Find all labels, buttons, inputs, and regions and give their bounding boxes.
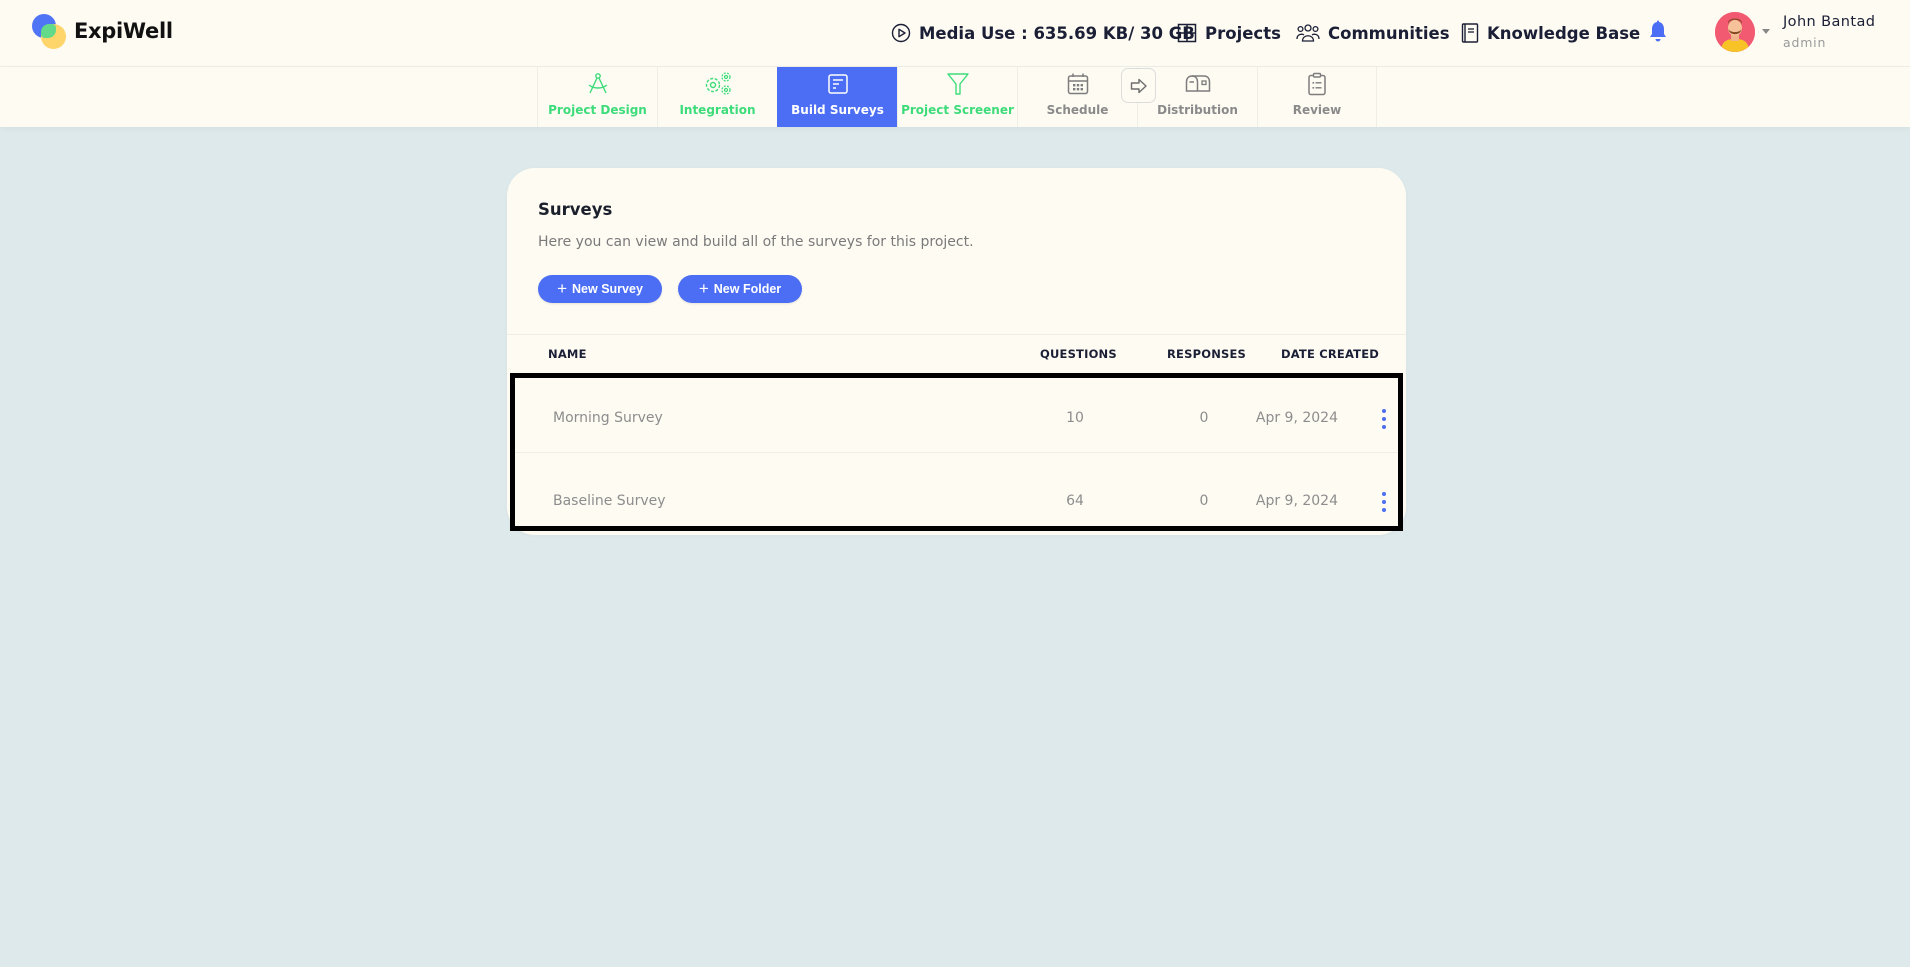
survey-questions: 10	[1066, 410, 1084, 426]
grid-icon	[1177, 23, 1197, 43]
tab-label: Review	[1292, 103, 1342, 117]
new-survey-button[interactable]: + New Survey	[538, 275, 662, 303]
table-row[interactable]: Morning Survey 10 0 Apr 9, 2024	[510, 373, 1403, 453]
users-icon	[1296, 24, 1320, 42]
bell-icon[interactable]	[1647, 20, 1669, 44]
filter-icon	[946, 73, 969, 95]
column-header-date-created[interactable]: DATE CREATED	[1277, 347, 1383, 361]
media-use: Media Use : 635.69 KB/ 30 GB	[891, 20, 1195, 46]
survey-questions: 64	[1066, 493, 1084, 509]
new-folder-label: New Folder	[713, 282, 782, 296]
survey-date-created: Apr 9, 2024	[1255, 410, 1338, 426]
new-folder-button[interactable]: + New Folder	[678, 275, 802, 303]
media-use-text: Media Use : 635.69 KB/ 30 GB	[919, 23, 1195, 43]
page-title: Surveys	[538, 200, 613, 219]
tab-label: Project Design	[548, 103, 647, 117]
more-options-icon[interactable]	[1377, 492, 1391, 512]
project-steps-bar: Project Design Integration Build Surveys…	[0, 67, 1910, 127]
tab-label: Build Surveys	[791, 103, 884, 117]
avatar[interactable]	[1715, 12, 1755, 52]
nav-communities-label: Communities	[1328, 23, 1450, 43]
survey-date-created: Apr 9, 2024	[1255, 493, 1338, 509]
survey-name[interactable]: Baseline Survey	[553, 493, 666, 509]
column-header-responses[interactable]: RESPONSES	[1167, 347, 1246, 361]
expiwell-logo-icon[interactable]	[32, 14, 72, 52]
user-name[interactable]: John Bantad	[1783, 14, 1875, 30]
surveys-card: Surveys Here you can view and build all …	[507, 168, 1406, 535]
brand-name[interactable]: ExpiWell	[74, 19, 173, 43]
tab-label: Project Screener	[901, 103, 1014, 117]
user-role: admin	[1783, 35, 1827, 50]
nav-projects-label: Projects	[1205, 23, 1281, 43]
nav-knowledge-base-label: Knowledge Base	[1487, 23, 1641, 43]
mailbox-icon	[1185, 75, 1210, 92]
clipboard-icon	[1308, 72, 1326, 96]
book-icon	[1461, 22, 1479, 43]
gears-icon	[705, 72, 731, 95]
nav-projects[interactable]: Projects	[1177, 20, 1281, 46]
column-header-name[interactable]: NAME	[548, 347, 587, 361]
plus-icon: +	[557, 278, 568, 298]
tab-label: Schedule	[1046, 103, 1109, 117]
nav-knowledge-base[interactable]: Knowledge Base	[1461, 20, 1640, 46]
page-subtitle: Here you can view and build all of the s…	[538, 234, 974, 250]
top-bar: ExpiWell Media Use : 635.69 KB/ 30 GB Pr…	[0, 0, 1910, 67]
play-circle-icon	[891, 23, 911, 43]
table-row[interactable]: Baseline Survey 64 0 Apr 9, 2024	[510, 454, 1403, 530]
tab-project-design[interactable]: Project Design	[537, 67, 657, 127]
tab-review[interactable]: Review	[1257, 67, 1377, 127]
survey-icon	[827, 74, 848, 94]
more-options-icon[interactable]	[1377, 409, 1391, 429]
tab-build-surveys[interactable]: Build Surveys	[777, 67, 897, 127]
nav-communities[interactable]: Communities	[1296, 20, 1450, 46]
new-survey-label: New Survey	[572, 282, 643, 296]
tab-schedule[interactable]: Schedule	[1017, 67, 1137, 127]
tab-integration[interactable]: Integration	[657, 67, 777, 127]
tab-label: Distribution	[1157, 103, 1238, 117]
survey-name[interactable]: Morning Survey	[553, 410, 663, 426]
column-header-questions[interactable]: QUESTIONS	[1040, 347, 1117, 361]
plus-icon: +	[698, 278, 709, 298]
arrow-right-icon	[1130, 78, 1147, 93]
tab-label: Integration	[679, 103, 756, 117]
user-menu-caret-icon[interactable]	[1762, 29, 1770, 34]
table-divider	[507, 334, 1406, 335]
tab-project-screener[interactable]: Project Screener	[897, 67, 1017, 127]
avatar-illustration-icon	[1715, 12, 1755, 52]
next-step-button[interactable]	[1121, 68, 1156, 103]
calendar-icon	[1067, 73, 1088, 95]
compass-icon	[588, 73, 607, 94]
